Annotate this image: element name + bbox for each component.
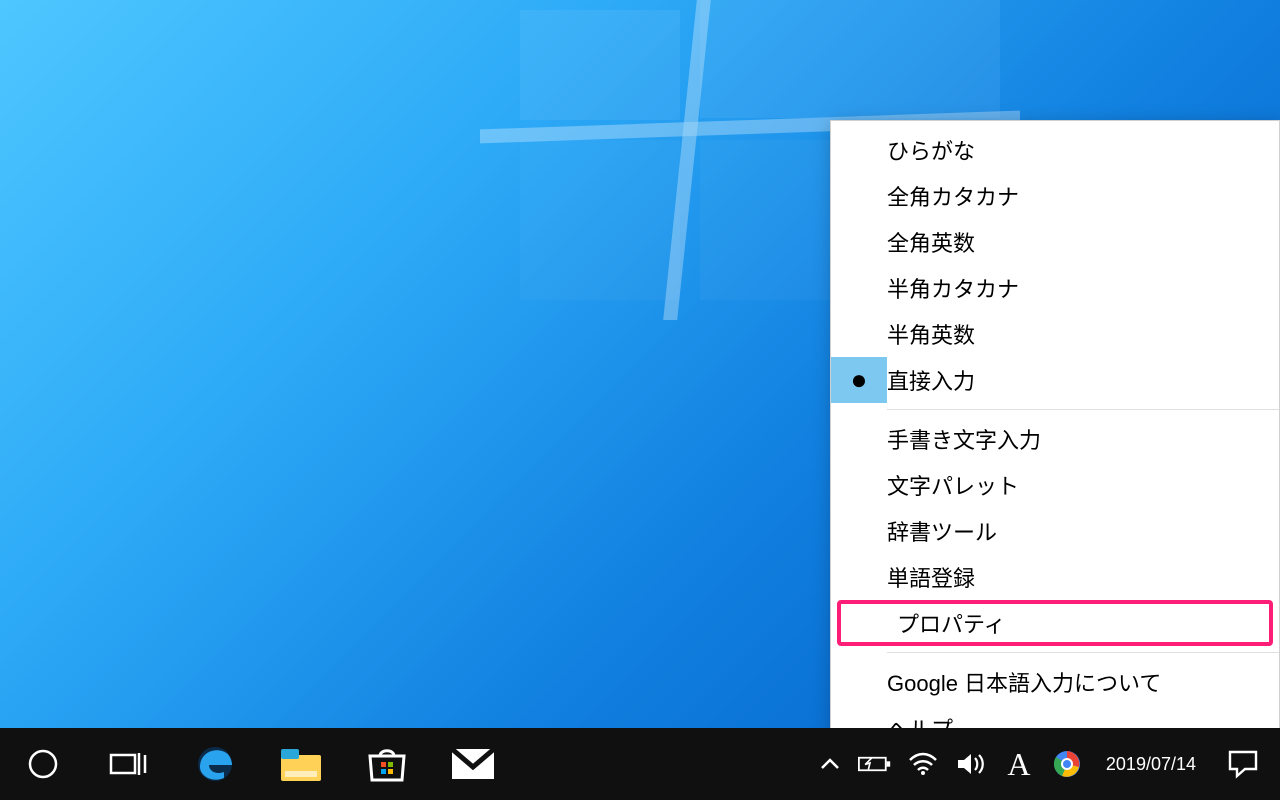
system-tray: A 2019/07/14 [804, 728, 1280, 800]
menu-bullet-icon [831, 508, 887, 554]
google-ime-icon[interactable] [1046, 728, 1088, 800]
menu-bullet-icon [831, 659, 887, 705]
menu-bullet-icon [841, 604, 897, 642]
menu-item[interactable]: Google 日本語入力について [831, 659, 1279, 705]
ime-mode-indicator[interactable]: A [998, 728, 1040, 800]
menu-item-label: 全角英数 [887, 226, 1279, 258]
menu-item[interactable]: ひらがな [831, 127, 1279, 173]
taskbar-date: 2019/07/14 [1106, 754, 1196, 775]
task-view-button[interactable] [86, 728, 172, 800]
tray-overflow-chevron-icon[interactable] [812, 728, 848, 800]
taskbar-clock[interactable]: 2019/07/14 [1094, 754, 1208, 775]
menu-item-label: 辞書ツール [887, 515, 1279, 547]
menu-item[interactable]: ●直接入力 [831, 357, 1279, 403]
menu-item-properties[interactable]: プロパティ [837, 600, 1273, 646]
menu-item-label: ひらがな [887, 134, 1279, 166]
taskbar: A 2019/07/14 [0, 728, 1280, 800]
menu-separator [887, 652, 1279, 653]
menu-item[interactable]: 半角英数 [831, 311, 1279, 357]
menu-item-label: Google 日本語入力について [887, 666, 1279, 698]
desktop[interactable]: ひらがな全角カタカナ全角英数半角カタカナ半角英数●直接入力 手書き文字入力文字パ… [0, 0, 1280, 800]
ime-mode-letter: A [1007, 746, 1030, 783]
taskbar-app-edge[interactable] [172, 728, 258, 800]
menu-bullet-icon [831, 311, 887, 357]
menu-bullet-icon [831, 416, 887, 462]
menu-bullet-icon: ● [831, 357, 887, 403]
menu-item[interactable]: 半角カタカナ [831, 265, 1279, 311]
menu-bullet-icon [831, 173, 887, 219]
volume-icon[interactable] [950, 728, 992, 800]
menu-item[interactable]: 辞書ツール [831, 508, 1279, 554]
menu-bullet-icon [831, 554, 887, 600]
menu-item-label: プロパティ [897, 607, 1269, 639]
taskbar-app-file-explorer[interactable] [258, 728, 344, 800]
menu-item[interactable]: 全角英数 [831, 219, 1279, 265]
taskbar-app-mail[interactable] [430, 728, 516, 800]
menu-item-label: 半角カタカナ [887, 272, 1279, 304]
menu-bullet-icon [831, 219, 887, 265]
menu-item[interactable]: 単語登録 [831, 554, 1279, 600]
menu-item-label: 半角英数 [887, 318, 1279, 350]
menu-item-label: 直接入力 [887, 364, 1279, 396]
menu-item-label: 単語登録 [887, 561, 1279, 593]
ime-context-menu: ひらがな全角カタカナ全角英数半角カタカナ半角英数●直接入力 手書き文字入力文字パ… [830, 120, 1280, 758]
wifi-icon[interactable] [902, 728, 944, 800]
taskbar-app-microsoft-store[interactable] [344, 728, 430, 800]
menu-item[interactable]: 手書き文字入力 [831, 416, 1279, 462]
menu-bullet-icon [831, 462, 887, 508]
menu-separator [887, 409, 1279, 410]
menu-item[interactable]: 文字パレット [831, 462, 1279, 508]
action-center-button[interactable] [1214, 728, 1272, 800]
cortana-search-button[interactable] [0, 728, 86, 800]
menu-item-label: 全角カタカナ [887, 180, 1279, 212]
menu-bullet-icon [831, 127, 887, 173]
menu-item-label: 手書き文字入力 [887, 423, 1279, 455]
menu-item[interactable]: 全角カタカナ [831, 173, 1279, 219]
menu-bullet-icon [831, 265, 887, 311]
battery-icon[interactable] [854, 728, 896, 800]
menu-item-label: 文字パレット [887, 469, 1279, 501]
